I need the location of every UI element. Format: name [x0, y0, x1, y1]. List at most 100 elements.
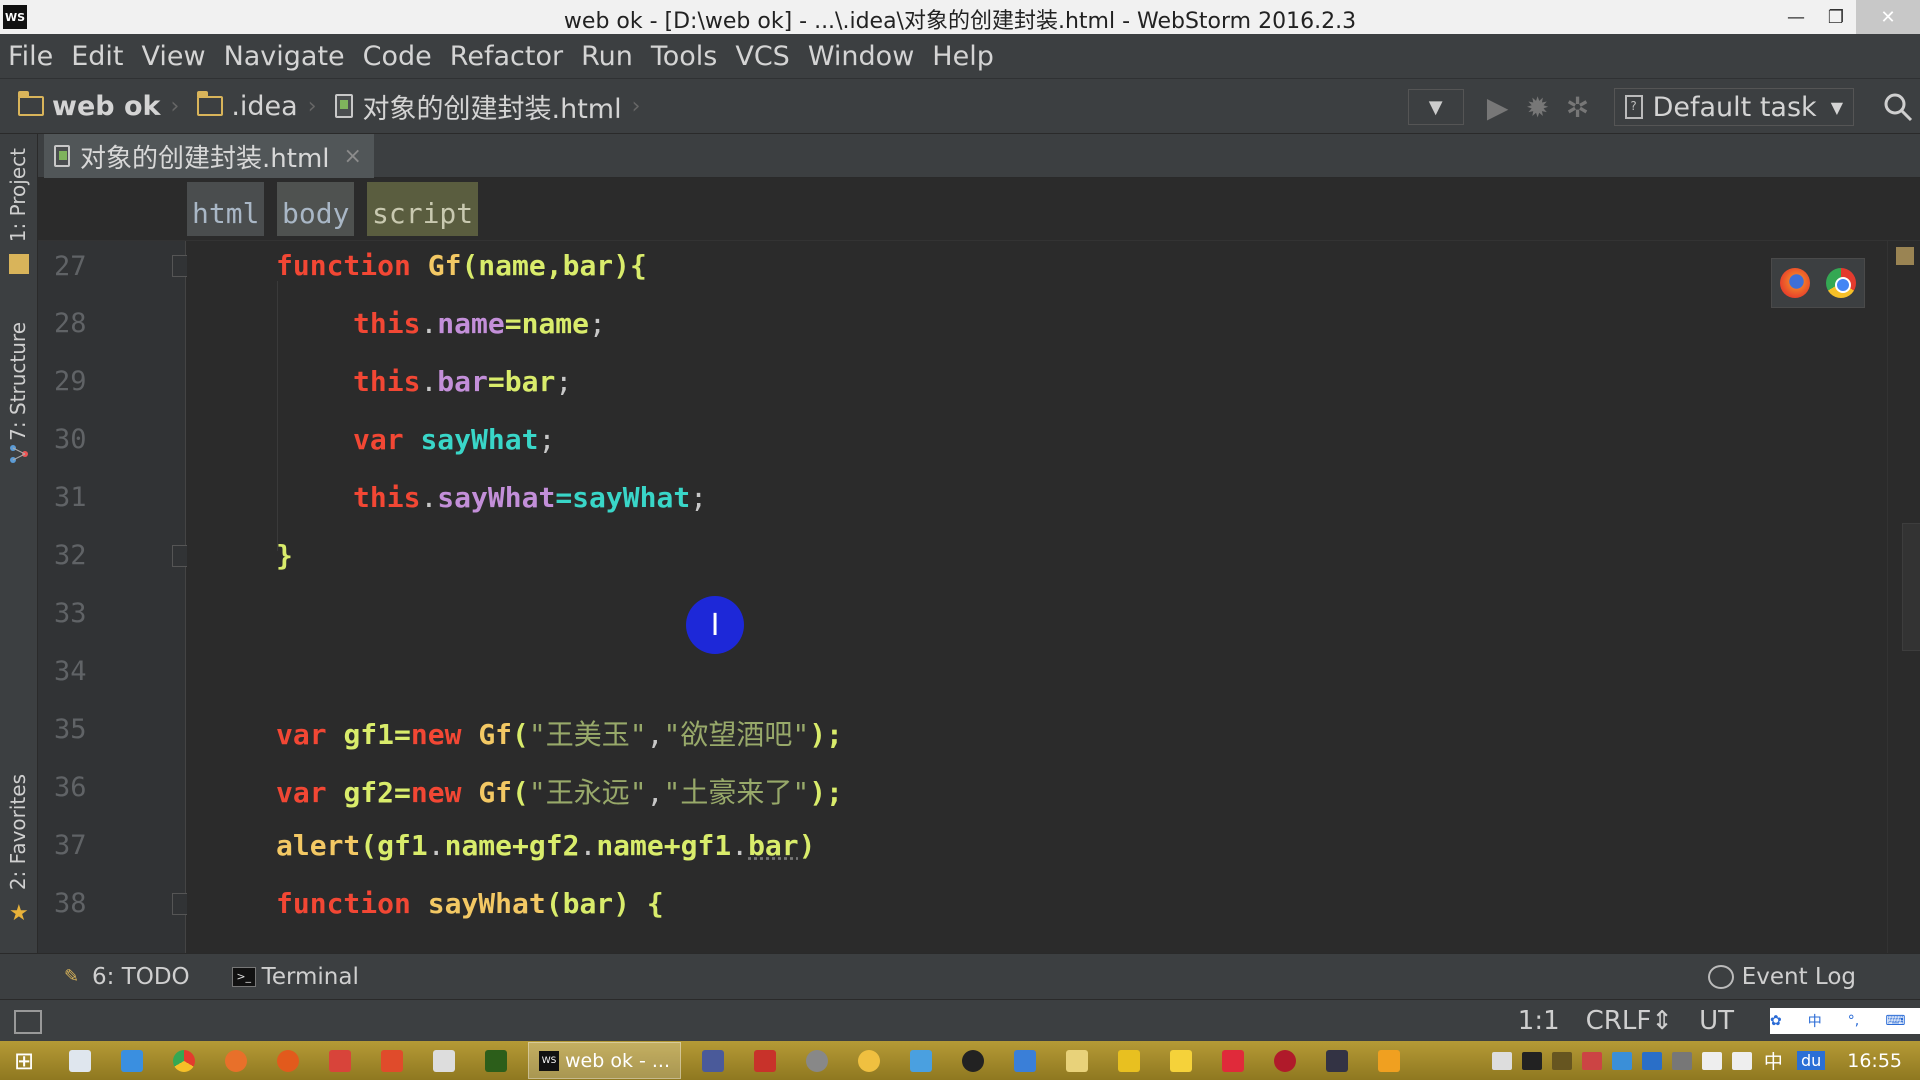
chrome-icon[interactable] — [1826, 268, 1856, 298]
file-encoding[interactable]: UT — [1699, 1006, 1734, 1036]
menu-navigate[interactable]: Navigate — [224, 41, 345, 72]
line-number: 29 — [54, 366, 87, 397]
menu-view[interactable]: View — [141, 41, 205, 72]
close-button[interactable]: ✕ — [1856, 0, 1920, 34]
menu-help[interactable]: Help — [932, 41, 994, 72]
menu-code[interactable]: Code — [363, 41, 432, 72]
breadcrumb-folder[interactable]: .idea › — [197, 90, 317, 122]
restore-button[interactable]: ❐ — [1816, 0, 1856, 34]
taskbar-app[interactable] — [693, 1041, 733, 1080]
function-name: alert — [276, 829, 361, 862]
tag-html[interactable]: html — [187, 182, 265, 236]
screen-icon — [1326, 1049, 1349, 1072]
structure-tool-tab[interactable]: 7: Structure — [6, 322, 30, 441]
film-icon[interactable] — [1521, 1051, 1542, 1070]
taskbar-app[interactable] — [901, 1041, 941, 1080]
favorites-tool-tab[interactable]: 2: Favorites — [6, 774, 30, 890]
run-config-select[interactable]: ? Default task ▼ — [1613, 88, 1854, 126]
taskbar-app[interactable] — [1265, 1041, 1305, 1080]
editor-scrollbar[interactable] — [1887, 241, 1920, 953]
folder-icon — [1170, 1049, 1193, 1072]
caret-position[interactable]: 1:1 — [1518, 1006, 1560, 1036]
config-dropdown-button[interactable]: ▼ — [1407, 89, 1464, 125]
breadcrumb-folder-label: .idea — [231, 90, 298, 122]
keyword: this — [353, 365, 421, 398]
taskbar-app[interactable] — [1369, 1041, 1409, 1080]
breadcrumb-project[interactable]: web ok › — [18, 91, 179, 122]
network-icon[interactable] — [1701, 1051, 1722, 1070]
tag-body[interactable]: body — [277, 182, 355, 236]
taskbar-app[interactable] — [797, 1041, 837, 1080]
close-tab-icon[interactable]: × — [344, 144, 362, 169]
event-log-button[interactable]: Event Log — [1707, 964, 1856, 990]
plane-icon[interactable] — [1671, 1051, 1692, 1070]
input-method-indicator[interactable]: 中 — [1764, 1047, 1783, 1074]
taskbar-app[interactable] — [372, 1041, 412, 1080]
keyword: new — [410, 718, 462, 751]
keyboard-icon: ⌨ — [1885, 1013, 1906, 1029]
run-button[interactable]: ▶ — [1478, 89, 1518, 125]
search-button[interactable] — [1876, 92, 1920, 122]
todo-tool-button[interactable]: ✎ 6: TODO — [64, 964, 190, 990]
html-file-icon — [54, 145, 70, 167]
minimize-button[interactable]: — — [1776, 0, 1816, 34]
identifier: name — [444, 829, 513, 862]
taskbar-app[interactable] — [1213, 1041, 1253, 1080]
taskbar-app[interactable] — [320, 1041, 360, 1080]
taskbar-app[interactable] — [745, 1041, 785, 1080]
inspection-status-icon[interactable] — [1896, 247, 1914, 265]
code-editor[interactable]: function Gf(name,bar){ this.name=name; t… — [187, 241, 1887, 953]
coverage-button[interactable]: ✲ — [1558, 89, 1598, 125]
volume-icon[interactable] — [1731, 1051, 1752, 1070]
taskbar-app[interactable] — [164, 1041, 204, 1080]
terminal-tool-button[interactable]: >_ Terminal — [231, 964, 359, 990]
taskbar-app[interactable] — [424, 1041, 464, 1080]
menu-edit[interactable]: Edit — [71, 41, 123, 72]
debug-button[interactable]: ✹ — [1518, 89, 1558, 125]
keyboard-icon[interactable] — [1491, 1051, 1512, 1070]
taskbar-app-active[interactable]: WS web ok - ... — [528, 1042, 682, 1079]
diamond-icon[interactable] — [1551, 1051, 1572, 1070]
shield-icon[interactable] — [1641, 1051, 1662, 1070]
taskbar-app[interactable] — [1161, 1041, 1201, 1080]
network-app-icon[interactable] — [1611, 1051, 1632, 1070]
taskbar-app[interactable] — [60, 1041, 100, 1080]
editor-tab-active[interactable]: 对象的创建封装.html × — [44, 134, 374, 178]
code-text: ; — [589, 307, 606, 340]
status-right: 1:1 CRLF⇕ UT ✿ 中 °, ⌨ ♙ ▦ — [1518, 1000, 1920, 1042]
taskbar-app[interactable] — [476, 1041, 516, 1080]
menu-vcs[interactable]: VCS — [735, 41, 789, 72]
code-text: =sayWhat — [555, 481, 691, 514]
speaker-app-icon[interactable] — [1581, 1051, 1602, 1070]
taskbar-app[interactable] — [849, 1041, 889, 1080]
toggle-tool-windows-icon[interactable] — [14, 1010, 42, 1034]
clock[interactable]: 16:55 — [1847, 1050, 1902, 1072]
taskbar-app[interactable] — [1057, 1041, 1097, 1080]
code-line-30: var sayWhat; — [353, 423, 555, 456]
taskbar-app[interactable] — [1109, 1041, 1149, 1080]
taskbar-app[interactable] — [1005, 1041, 1045, 1080]
scrollbar-thumb[interactable] — [1902, 523, 1920, 651]
menu-run[interactable]: Run — [581, 41, 633, 72]
breadcrumb-file[interactable]: 对象的创建封装.html › — [334, 87, 640, 126]
line-number: 33 — [54, 598, 87, 629]
taskbar-app[interactable] — [1317, 1041, 1357, 1080]
taskbar-app[interactable] — [216, 1041, 256, 1080]
menu-tools[interactable]: Tools — [651, 41, 718, 72]
menu-file[interactable]: File — [8, 41, 53, 72]
baidu-icon[interactable]: du — [1796, 1051, 1826, 1070]
tag-script[interactable]: script — [367, 182, 479, 236]
code-line-37: alert(gf1.name+gf2.name+gf1.bar) — [276, 829, 816, 862]
menu-refactor[interactable]: Refactor — [450, 41, 563, 72]
code-text: ) — [798, 829, 816, 862]
ime-mode: 中 — [1807, 1014, 1822, 1030]
menu-window[interactable]: Window — [808, 41, 914, 72]
taskbar-app[interactable] — [268, 1041, 308, 1080]
firefox-icon[interactable] — [1780, 268, 1810, 298]
taskbar-app[interactable] — [112, 1041, 152, 1080]
line-separator[interactable]: CRLF⇕ — [1586, 1006, 1673, 1036]
start-button[interactable]: ⊞ — [0, 1041, 48, 1080]
project-tool-tab[interactable]: 1: Project — [6, 148, 30, 242]
ime-toolbar[interactable]: ✿ 中 °, ⌨ ♙ ▦ — [1770, 1008, 1920, 1034]
taskbar-app[interactable] — [953, 1041, 993, 1080]
